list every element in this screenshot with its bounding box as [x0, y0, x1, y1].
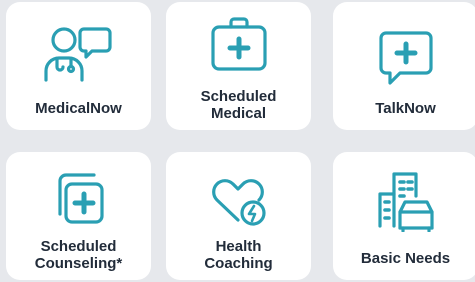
tile-scheduled-counseling[interactable]: Scheduled Counseling* [6, 152, 151, 280]
tile-talknow[interactable]: TalkNow [333, 2, 475, 130]
tile-health-coaching-label: Health Coaching [204, 238, 273, 272]
tile-scheduled-counseling-label: Scheduled Counseling* [34, 238, 123, 272]
tile-scheduled-medical[interactable]: Scheduled Medical [166, 2, 311, 130]
tile-health-coaching[interactable]: Health Coaching [166, 152, 311, 280]
medical-kit-icon [166, 16, 311, 72]
tile-scheduled-medical-label: Scheduled Medical [200, 88, 277, 122]
chat-plus-icon [333, 30, 475, 86]
tile-talknow-label: TalkNow [375, 100, 436, 117]
tile-basic-needs[interactable]: Basic Needs [333, 152, 475, 280]
tile-basic-needs-label: Basic Needs [360, 250, 451, 267]
doctor-chat-icon [6, 24, 151, 82]
tile-medicalnow[interactable]: MedicalNow [6, 2, 151, 130]
tile-medicalnow-label: MedicalNow [35, 100, 122, 117]
heart-bolt-icon [166, 176, 311, 228]
stacked-cards-plus-icon [6, 172, 151, 226]
building-car-icon [333, 170, 475, 232]
